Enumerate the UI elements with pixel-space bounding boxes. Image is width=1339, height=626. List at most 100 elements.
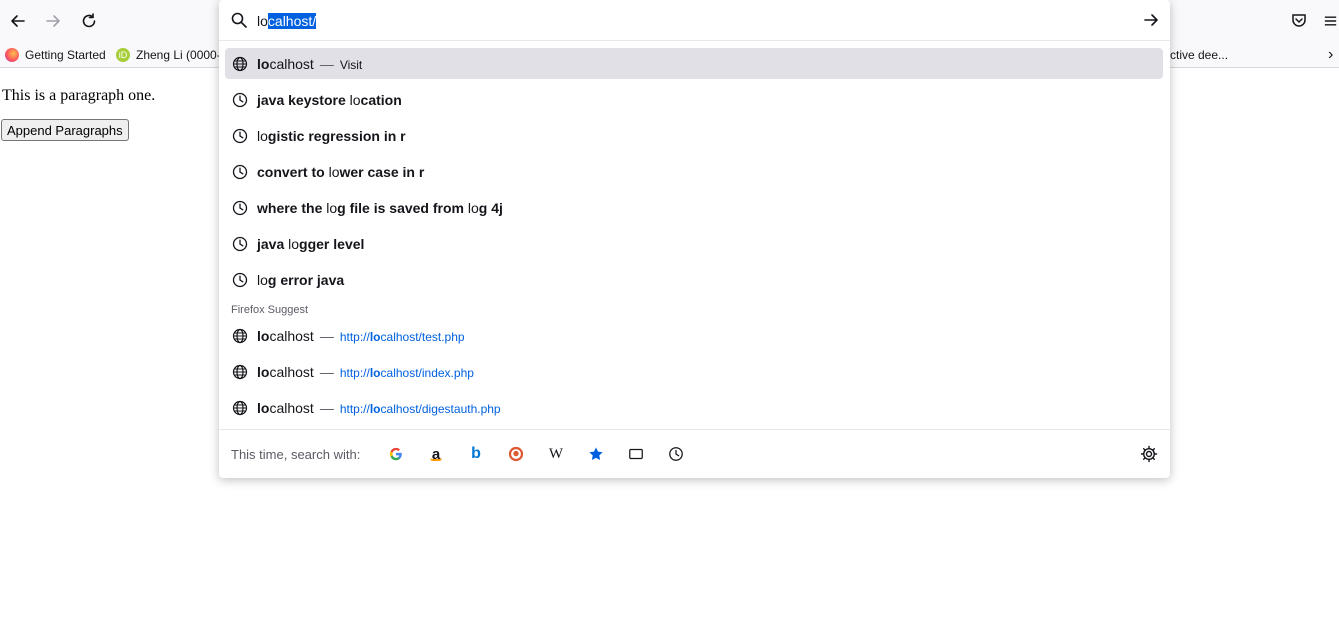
urlbar-input-row[interactable]: localhost/ [219, 0, 1170, 41]
tabs-icon[interactable] [627, 445, 645, 463]
globe-icon [232, 364, 248, 380]
url-part: http:// [339, 402, 370, 416]
result-row-history[interactable]: java logger level [225, 228, 1163, 259]
result-row-visit[interactable]: localhost — Visit [225, 48, 1163, 79]
result-title: java logger level [257, 234, 364, 254]
wikipedia-icon[interactable]: W [547, 445, 565, 463]
title-part: lo [257, 128, 268, 144]
bookmark-getting-started[interactable]: Getting Started [5, 46, 106, 64]
suggest-row[interactable]: localhost — http://localhost/test.php [225, 320, 1163, 351]
title-bold-part: java keystore [257, 92, 350, 108]
result-row-history[interactable]: convert to lower case in r [225, 156, 1163, 187]
title-bold-part: lo [257, 56, 270, 72]
separator: — [319, 400, 334, 416]
title-part: calhost [269, 328, 314, 344]
title-bold-part: java [257, 236, 289, 252]
globe-icon [232, 328, 248, 344]
bookmark-label: Getting Started [25, 48, 106, 62]
bookmark-label: ctive dee... [1170, 48, 1229, 62]
orcid-icon: iD [116, 48, 130, 62]
bookmark-label: Zheng Li (0000- [136, 48, 221, 62]
search-one-offs: This time, search with: a b W [219, 429, 1170, 478]
bookmarks-star-icon[interactable] [587, 445, 605, 463]
history-icon [232, 236, 248, 252]
url-bold-part: lo [369, 366, 381, 380]
url-bold-part: lo [369, 330, 381, 344]
title-part: lo [257, 272, 268, 288]
bing-icon[interactable]: b [467, 445, 485, 463]
result-title: localhost — Visit [257, 54, 362, 75]
url-part: http:// [339, 366, 370, 380]
title-bold-part: convert to [257, 164, 329, 180]
globe-icon [232, 400, 248, 416]
title-part: lo [349, 92, 361, 108]
suggest-row[interactable]: localhost — http://localhost/index.php [225, 356, 1163, 387]
title-part: calhost [269, 364, 314, 380]
result-url: http://localhost/test.php [340, 330, 465, 344]
title-bold-part: wer case in r [339, 164, 425, 180]
title-bold-part: gger level [299, 236, 365, 252]
autofill-selection: calhost/ [267, 13, 317, 29]
url-part: calhost/digestauth.php [380, 402, 501, 416]
history-icon [232, 164, 248, 180]
result-url: http://localhost/index.php [340, 366, 474, 380]
title-part: lo [326, 200, 338, 216]
menu-icon[interactable] [1322, 8, 1339, 34]
forward-icon[interactable] [40, 8, 66, 34]
history-icon [232, 200, 248, 216]
title-part: calhost [269, 56, 314, 72]
bookmark-truncated[interactable]: ctive dee... [1170, 46, 1228, 64]
separator: — [319, 56, 334, 72]
suggest-row[interactable]: lo calhost — http://localhost/digestauth.ph… [225, 392, 1163, 423]
url-part: http:// [339, 330, 370, 344]
history-icon [232, 128, 248, 144]
back-icon[interactable] [5, 8, 31, 34]
result-row-history[interactable]: logistic regression in r [225, 120, 1163, 151]
typed-text: lo [257, 13, 268, 29]
history-icon [232, 272, 248, 288]
title-bold-part: lo [257, 364, 270, 380]
separator: — [319, 328, 334, 344]
duckduckgo-icon[interactable] [507, 445, 525, 463]
url-bold-part: lo [369, 402, 381, 416]
title-bold-part: gistic regression in r [267, 128, 406, 144]
go-arrow-icon[interactable] [1142, 11, 1160, 29]
title-bold-part: cation [360, 92, 402, 108]
paragraph: This is a paragraph one. [2, 87, 156, 104]
pocket-icon[interactable] [1286, 8, 1312, 34]
group-label-firefox-suggest: Firefox Suggest [231, 304, 309, 316]
amazon-icon[interactable]: a [427, 445, 445, 463]
search-icon [231, 12, 247, 28]
url-part: calhost/test.php [380, 330, 465, 344]
result-title: logistic regression in r [257, 126, 406, 146]
history-clock-icon[interactable] [667, 445, 685, 463]
urlbar-input[interactable]: localhost/ [257, 11, 317, 31]
result-title: java keystore location [257, 90, 402, 110]
title-part: lo [288, 236, 300, 252]
title-part: lo [328, 164, 340, 180]
result-title: convert to lower case in r [257, 162, 424, 182]
result-title: lo calhost — http://localhost/digestauth.ph… [257, 398, 501, 419]
result-row-history[interactable]: where the log file is saved from log 4j [225, 192, 1163, 223]
result-url: http://localhost/digestauth.php [340, 402, 501, 416]
title-part: lo [467, 200, 479, 216]
result-title: log error java [257, 270, 344, 290]
title-bold-part: g error java [267, 272, 345, 288]
url-part: calhost/index.php [380, 366, 474, 380]
globe-icon [232, 56, 248, 72]
settings-gear-icon[interactable] [1140, 445, 1158, 463]
result-row-history[interactable]: log error java [225, 264, 1163, 295]
title-bold-part: lo [257, 328, 270, 344]
search-with-label: This time, search with: [231, 447, 361, 462]
result-row-history[interactable]: java keystore location [225, 84, 1163, 115]
bookmarks-overflow-chevron-icon[interactable]: › [1328, 46, 1333, 64]
title-part: calhost [269, 400, 314, 416]
result-action: Visit [339, 58, 363, 72]
result-title: localhost — http://localhost/test.php [257, 326, 465, 347]
google-icon[interactable] [387, 445, 405, 463]
append-paragraphs-button[interactable]: Append Paragraphs [1, 119, 129, 141]
firefox-icon [5, 48, 19, 62]
reload-icon[interactable] [76, 8, 102, 34]
urlbar-popup: localhost/ localhost — Visit java keystore … [219, 0, 1170, 478]
bookmark-zheng-li[interactable]: iD Zheng Li (0000- [116, 46, 221, 64]
